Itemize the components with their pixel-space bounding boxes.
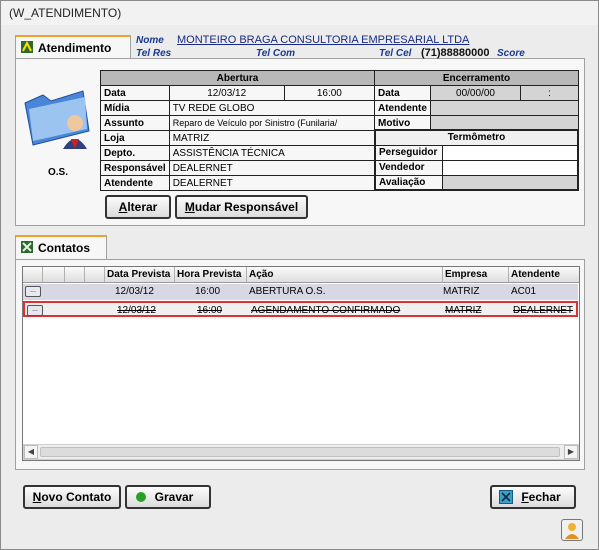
row-empresa: MATRIZ <box>445 305 482 316</box>
fechar-mnemonic: F <box>521 490 529 504</box>
encerramento-atendente-value <box>430 100 579 116</box>
alterar-mnemonic: A <box>118 200 128 214</box>
telcel-value: (71)88880000 <box>421 47 490 59</box>
assunto-value[interactable]: Reparo de Veículo por Sinistro (Funilari… <box>168 115 376 131</box>
mudar-label: udar Responsável <box>194 200 299 214</box>
tab-contatos-label: Contatos <box>38 241 90 255</box>
score-label: Score <box>497 48 525 59</box>
row-atendente: AC01 <box>511 286 537 297</box>
gravar-label: Gravar <box>154 490 194 504</box>
atendente-value[interactable]: DEALERNET <box>168 175 376 191</box>
close-icon <box>499 490 513 504</box>
col-header-blank-4 <box>85 267 105 283</box>
responsavel-value[interactable]: DEALERNET <box>168 160 376 176</box>
depto-value[interactable]: ASSISTÊNCIA TÉCNICA <box>168 145 376 161</box>
atendimento-tab-icon <box>20 40 34 54</box>
window-title: (W_ATENDIMENTO) <box>1 1 598 25</box>
scroll-left-icon[interactable]: ◀ <box>24 445 38 459</box>
midia-label: Mídia <box>100 100 170 116</box>
col-header-blank-3 <box>65 267 85 283</box>
col-header-atendente[interactable]: Atendente <box>509 267 579 283</box>
horizontal-scrollbar[interactable]: ◀ ▶ <box>23 444 579 460</box>
encerramento-atendente-label: Atendente <box>374 100 431 116</box>
tab-atendimento-label: Atendimento <box>38 41 112 55</box>
row-acao: AGENDAMENTO CONFIRMADO <box>251 305 401 316</box>
contatos-tab-icon <box>20 240 34 254</box>
scrollbar-thumb[interactable] <box>40 447 560 457</box>
assunto-label: Assunto <box>100 115 170 131</box>
depto-label: Depto. <box>100 145 170 161</box>
gravar-button[interactable]: Gravar <box>125 485 211 509</box>
encerramento-data-label: Data <box>374 85 431 101</box>
loja-label: Loja <box>100 130 170 146</box>
telcel-label: Tel Cel <box>379 48 412 59</box>
midia-value[interactable]: TV REDE GLOBO <box>168 100 376 116</box>
col-header-blank-1 <box>23 267 43 283</box>
gravar-icon <box>136 492 146 502</box>
atendente-label: Atendente <box>100 175 170 191</box>
row-empresa: MATRIZ <box>443 286 480 297</box>
col-header-acao[interactable]: Ação <box>247 267 443 283</box>
atendimento-window: (W_ATENDIMENTO) Atendimento Nome MONTEIR… <box>0 0 599 550</box>
user-icon[interactable] <box>561 519 583 541</box>
perseguidor-value[interactable] <box>441 144 579 161</box>
mudar-responsavel-button[interactable]: Mudar Responsável <box>175 195 308 219</box>
abertura-data-value[interactable]: 12/03/12 <box>168 85 285 101</box>
scroll-right-icon[interactable]: ▶ <box>564 445 578 459</box>
col-header-empresa[interactable]: Empresa <box>443 267 509 283</box>
telcom-label: Tel Com <box>256 48 296 59</box>
encerramento-hora-value: : <box>520 85 579 101</box>
alterar-button[interactable]: Alterar <box>105 195 171 219</box>
row-atendente: DEALERNET <box>513 305 574 316</box>
abertura-title: Abertura <box>100 70 375 86</box>
tab-contatos[interactable]: Contatos <box>15 235 107 260</box>
telres-label: Tel Res <box>136 48 172 59</box>
table-row[interactable]: ... 12/03/12 16:00 ABERTURA O.S. MATRIZ … <box>23 284 578 300</box>
folder-user-icon <box>21 83 96 153</box>
row-hora: 16:00 <box>195 286 221 297</box>
row-data: 12/03/12 <box>115 286 154 297</box>
vendedor-value[interactable] <box>441 159 579 176</box>
vendedor-label: Vendedor <box>374 159 443 176</box>
row-acao: ABERTURA O.S. <box>249 286 326 297</box>
loja-value[interactable]: MATRIZ <box>168 130 376 146</box>
termometro-title: Termômetro <box>374 129 579 146</box>
abertura-hora-value[interactable]: 16:00 <box>283 85 376 101</box>
mudar-mnemonic: M <box>184 200 195 214</box>
alterar-label: lterar <box>127 200 158 214</box>
contatos-list: Data Prevista Hora Prevista Ação Empresa… <box>22 266 580 461</box>
avaliacao-value <box>441 174 579 191</box>
perseguidor-label: Perseguidor <box>374 144 443 161</box>
row-detail-button[interactable]: ... <box>27 305 43 316</box>
termometro-table: Termômetro Perseguidor Vendedor Avaliaçã… <box>374 129 579 191</box>
novo-label: ovo Contato <box>41 490 112 504</box>
col-header-blank-2 <box>43 267 65 283</box>
abertura-data-label: Data <box>100 85 170 101</box>
fechar-label: echar <box>528 490 561 504</box>
novo-contato-button[interactable]: Novo Contato <box>23 485 121 509</box>
encerramento-title: Encerramento <box>374 70 579 86</box>
row-detail-button[interactable]: ... <box>25 286 41 297</box>
tab-atendimento[interactable]: Atendimento <box>15 35 131 59</box>
row-data: 12/03/12 <box>117 305 156 316</box>
encerramento-table: Encerramento Data 00/00/00 : Atendente M… <box>374 70 579 131</box>
encerramento-data-value: 00/00/00 <box>430 85 521 101</box>
abertura-table: Abertura Data 12/03/12 16:00 Mídia TV RED… <box>100 70 376 191</box>
fechar-button[interactable]: Fechar <box>490 485 576 509</box>
col-header-data-prevista[interactable]: Data Prevista <box>105 267 175 283</box>
nome-value[interactable]: MONTEIRO BRAGA CONSULTORIA EMPRESARIAL L… <box>177 34 469 46</box>
table-row[interactable]: ... 12/03/12 16:00 AGENDAMENTO CONFIRMAD… <box>23 301 578 317</box>
row-hora: 16:00 <box>197 305 223 316</box>
os-label: O.S. <box>48 167 69 178</box>
nome-label: Nome <box>136 35 164 46</box>
col-header-hora-prevista[interactable]: Hora Prevista <box>175 267 247 283</box>
responsavel-label: Responsável <box>100 160 170 176</box>
avaliacao-label: Avaliação <box>374 174 443 191</box>
